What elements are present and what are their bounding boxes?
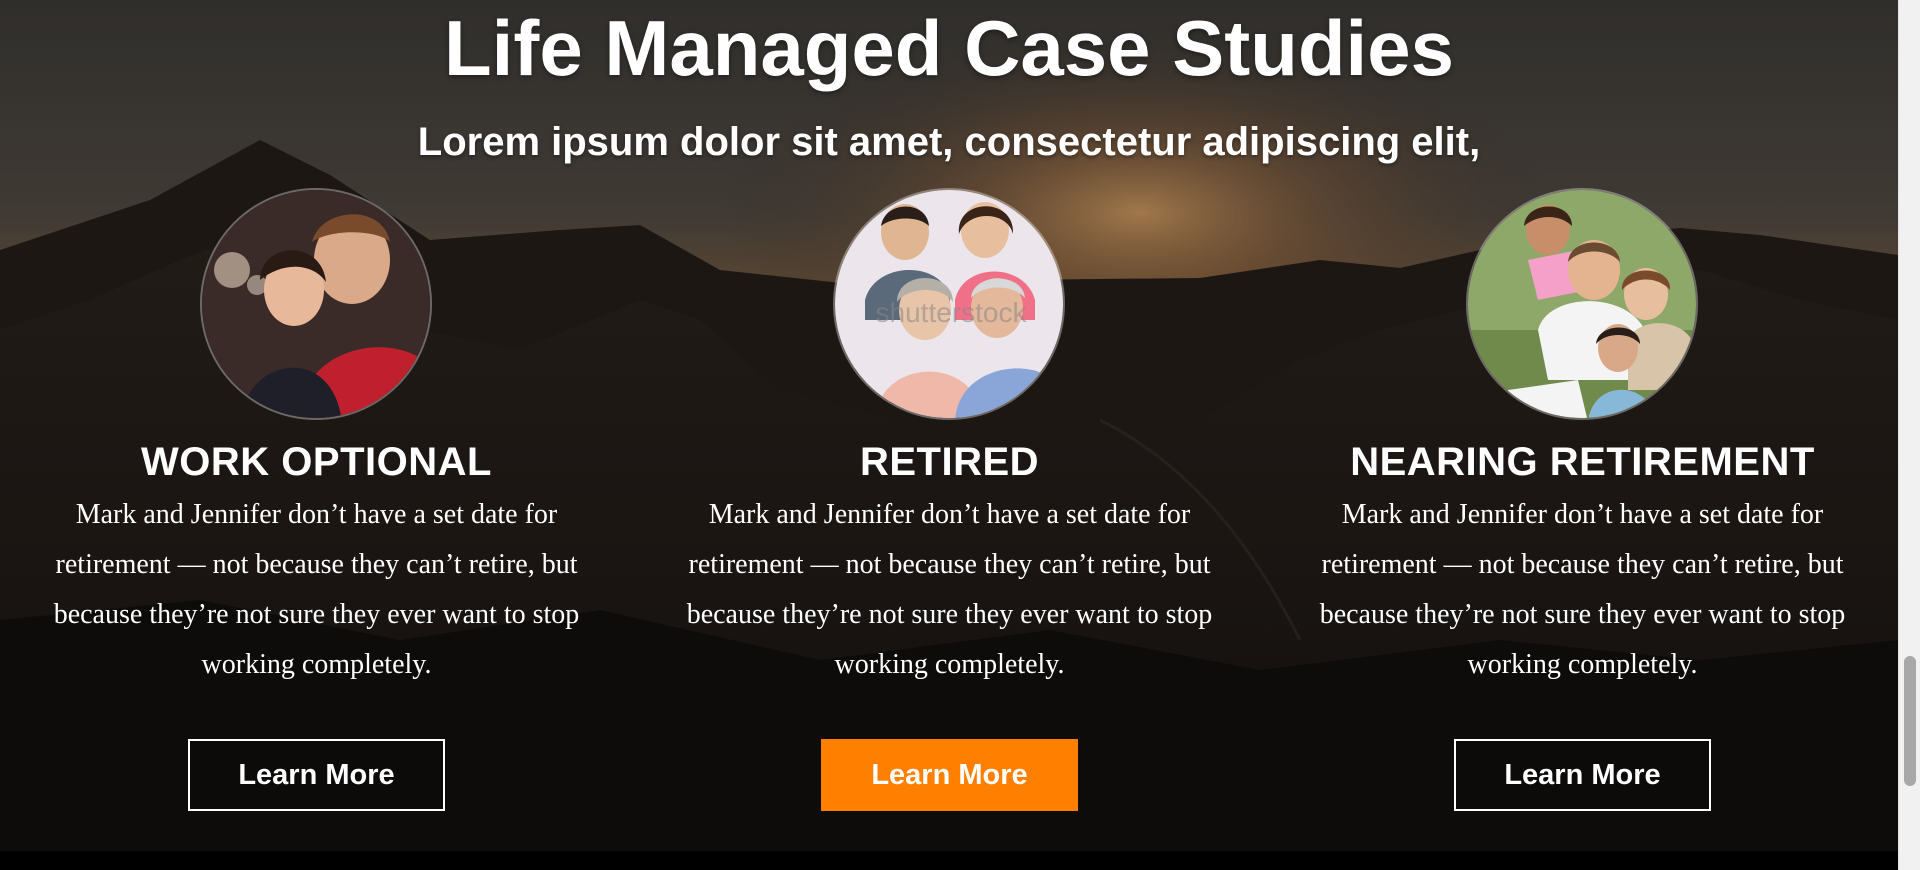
case-study-title: NEARING RETIREMENT	[1350, 440, 1815, 484]
case-study-text: Mark and Jennifer don’t have a set date …	[686, 499, 1213, 680]
learn-more-button[interactable]: Learn More	[1454, 739, 1711, 811]
kids-family-photo-icon	[1466, 188, 1698, 420]
learn-more-button[interactable]: Learn More	[821, 739, 1078, 811]
page-subtitle: Lorem ipsum dolor sit amet, consectetur …	[417, 120, 1481, 164]
case-study-title: WORK OPTIONAL	[141, 440, 492, 484]
learn-more-button[interactable]: Learn More	[188, 739, 445, 811]
svg-text:shutterstock: shutterstock	[876, 297, 1028, 328]
vertical-scrollbar[interactable]	[1898, 0, 1920, 870]
case-study-text: Mark and Jennifer don’t have a set date …	[53, 499, 580, 680]
page-bottom-bar	[0, 851, 1898, 870]
couple-photo-icon	[200, 188, 432, 420]
page: Life Managed Case Studies Lorem ipsum do…	[0, 0, 1920, 870]
case-studies-section: Life Managed Case Studies Lorem ipsum do…	[0, 0, 1898, 851]
family-photo-icon: shutterstock	[833, 188, 1065, 420]
scrollbar-thumb[interactable]	[1904, 656, 1916, 786]
case-study-title: RETIRED	[859, 440, 1040, 484]
case-study-text: Mark and Jennifer don’t have a set date …	[1319, 499, 1846, 680]
page-title: Life Managed Case Studies	[444, 4, 1454, 92]
